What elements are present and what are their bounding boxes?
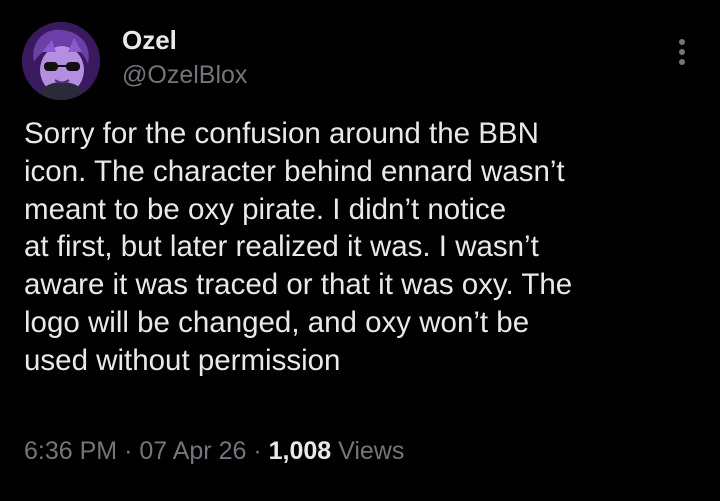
dot: [679, 39, 685, 45]
tweet-text: Sorry for the confusion around the BBN i…: [24, 117, 573, 377]
views-count[interactable]: 1,008: [269, 437, 332, 465]
author-display-name[interactable]: Ozel: [122, 24, 177, 56]
tweet-meta: 6:36 PM · 07 Apr 26 · 1,008 Views: [24, 434, 404, 468]
avatar[interactable]: [22, 22, 100, 100]
tweet-date[interactable]: 07 Apr 26: [139, 437, 246, 465]
tweet: Ozel @OzelBlox Sorry for the confusion a…: [0, 0, 720, 501]
tweet-time[interactable]: 6:36 PM: [24, 437, 117, 465]
dot: [679, 49, 685, 55]
views-label: Views: [338, 437, 405, 465]
dot: [679, 59, 685, 65]
meta-separator: ·: [124, 437, 133, 465]
more-options-icon[interactable]: [668, 36, 696, 68]
meta-separator: ·: [253, 437, 262, 465]
author-handle[interactable]: @OzelBlox: [122, 59, 247, 91]
